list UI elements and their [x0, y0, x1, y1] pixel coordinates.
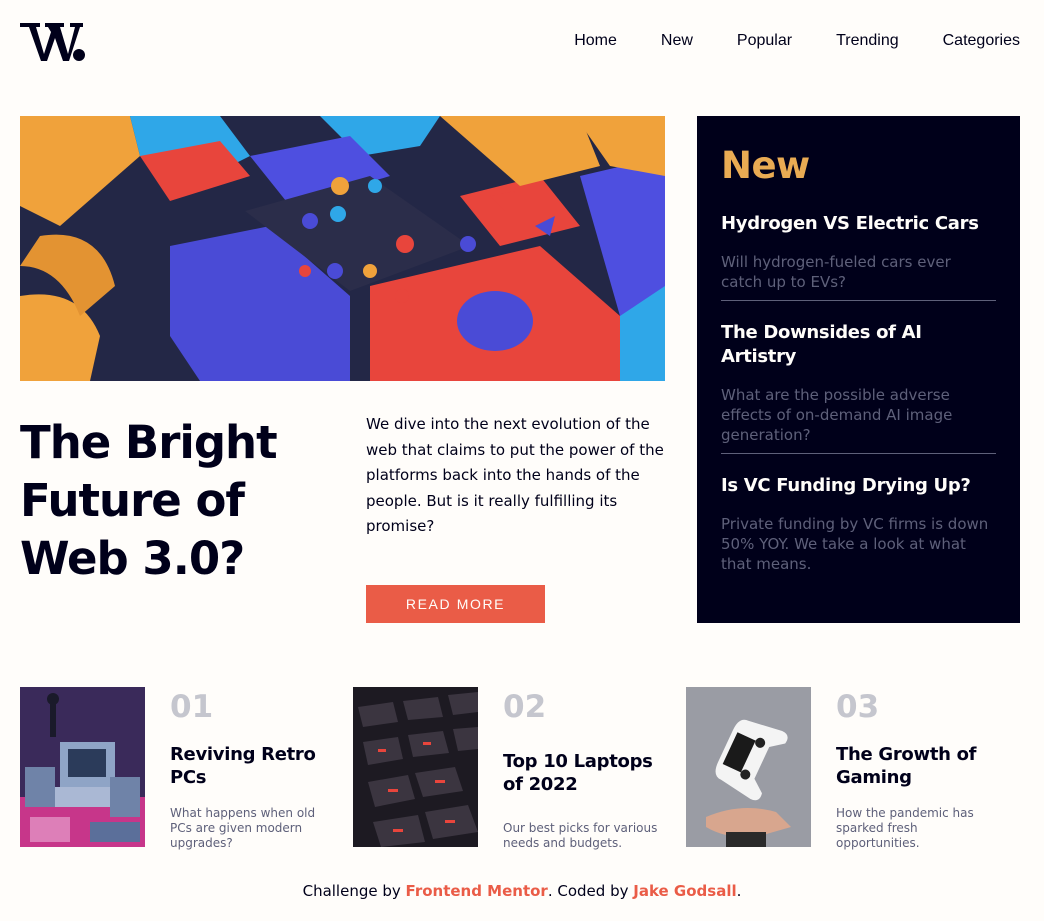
gaming-controller-image	[686, 687, 811, 847]
article-card: 01 Reviving Retro PCs What happens when …	[20, 687, 330, 850]
laptop-keyboard-image	[353, 687, 478, 847]
new-item-description: Private funding by VC firms is down 50% …	[721, 515, 989, 573]
retro-pc-image	[20, 687, 145, 847]
new-item-title[interactable]: Hydrogen VS Electric Cars	[721, 212, 996, 236]
card-number: 01	[170, 689, 214, 725]
nav-home[interactable]: Home	[574, 32, 617, 50]
w-logo-icon	[20, 23, 85, 61]
read-more-button[interactable]: READ MORE	[366, 585, 545, 623]
card-title[interactable]: The Growth of Gaming	[836, 743, 996, 789]
new-item-title[interactable]: Is VC Funding Drying Up?	[721, 474, 996, 498]
new-item-description: Will hydrogen-fueled cars ever catch up …	[721, 253, 951, 291]
nav-popular[interactable]: Popular	[737, 32, 792, 50]
frontend-mentor-link[interactable]: Frontend Mentor	[406, 882, 548, 900]
card-description: Our best picks for various needs and bud…	[503, 821, 658, 850]
nav-categories[interactable]: Categories	[943, 32, 1020, 50]
card-description: What happens when old PCs are given mode…	[170, 806, 316, 850]
hero-description: We dive into the next evolution of the w…	[366, 415, 664, 535]
card-number: 03	[836, 689, 880, 725]
new-item: The Downsides of AI Artistry What are th…	[721, 301, 996, 454]
card-title[interactable]: Reviving Retro PCs	[170, 743, 330, 789]
hero-image	[20, 116, 665, 381]
footer-prefix: Challenge by	[302, 882, 406, 900]
attribution-footer: Challenge by Frontend Mentor. Coded by J…	[0, 882, 1044, 900]
nav-trending[interactable]: Trending	[836, 32, 899, 50]
new-item-description: What are the possible adverse effects of…	[721, 386, 953, 444]
footer-suffix: .	[736, 882, 742, 900]
new-item: Hydrogen VS Electric Cars Will hydrogen-…	[721, 188, 996, 301]
new-heading: New	[721, 144, 810, 187]
nav-new[interactable]: New	[661, 32, 693, 50]
card-description: How the pandemic has sparked fresh oppor…	[836, 806, 974, 850]
new-item-title[interactable]: The Downsides of AI Artistry	[721, 321, 996, 369]
article-card: 03 The Growth of Gaming How the pandemic…	[686, 687, 996, 850]
article-card: 02 Top 10 Laptops of 2022 Our best picks…	[353, 687, 663, 850]
new-item: Is VC Funding Drying Up? Private funding…	[721, 454, 996, 574]
new-panel: New Hydrogen VS Electric Cars Will hydro…	[697, 116, 1020, 623]
site-logo[interactable]	[20, 16, 86, 64]
footer-middle: . Coded by	[547, 882, 634, 900]
hero-title: The Bright Future of Web 3.0?	[20, 416, 278, 585]
main-nav: Home New Popular Trending Categories	[574, 32, 1020, 50]
card-title[interactable]: Top 10 Laptops of 2022	[503, 750, 663, 796]
author-link[interactable]: Jake Godsall	[633, 882, 736, 900]
card-number: 02	[503, 689, 547, 725]
